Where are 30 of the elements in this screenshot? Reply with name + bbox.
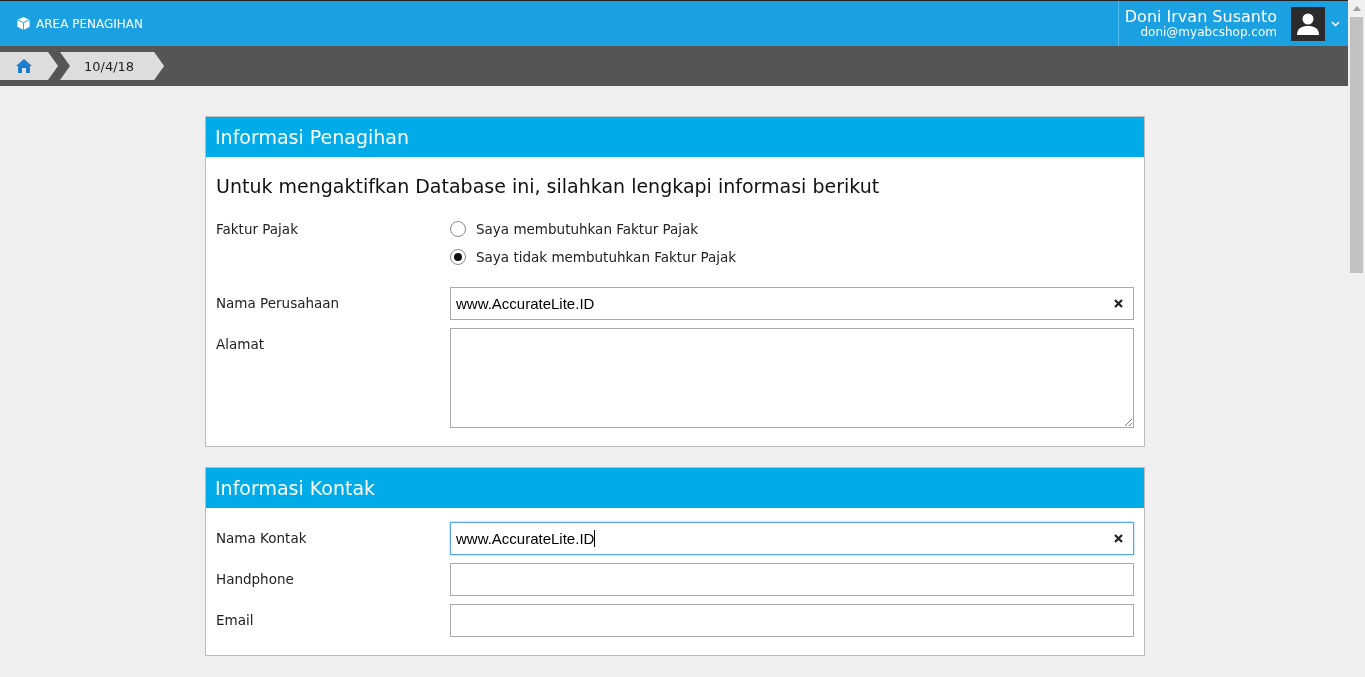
text-input-field[interactable] bbox=[450, 604, 1134, 637]
clear-icon[interactable] bbox=[1114, 299, 1123, 308]
text-input-field[interactable]: www.AccurateLite.ID bbox=[450, 287, 1134, 320]
text-input-field[interactable] bbox=[450, 563, 1134, 596]
card-title: Informasi Penagihan bbox=[206, 117, 1144, 157]
radio-label[interactable]: Saya tidak membutuhkan Faktur Pajak bbox=[476, 249, 737, 265]
cube-icon bbox=[16, 16, 31, 31]
resize-grip-icon[interactable] bbox=[1124, 418, 1132, 426]
scrollbar-thumb[interactable] bbox=[1350, 17, 1363, 273]
text-input-field[interactable]: www.AccurateLite.ID bbox=[450, 522, 1134, 555]
card-title: Informasi Kontak bbox=[206, 468, 1144, 508]
field-label: Nama Perusahaan bbox=[216, 294, 341, 311]
user-email: doni@myabcshop.com bbox=[1140, 25, 1277, 39]
radio-label[interactable]: Saya membutuhkan Faktur Pajak bbox=[476, 221, 699, 237]
avatar-icon[interactable] bbox=[1291, 6, 1325, 41]
scroll-up-icon[interactable] bbox=[1352, 6, 1361, 11]
field-label: Alamat bbox=[216, 335, 265, 352]
breadcrumb-item[interactable]: 10/4/18 bbox=[60, 52, 165, 80]
user-name: Doni Irvan Susanto bbox=[1124, 8, 1277, 26]
home-crumb[interactable] bbox=[0, 52, 58, 80]
field-label: Nama Kontak bbox=[216, 529, 308, 546]
field-label: Faktur Pajak bbox=[216, 221, 299, 237]
field-label: Handphone bbox=[216, 570, 295, 587]
chevron-down-icon[interactable] bbox=[1331, 20, 1340, 27]
app-title: AREA PENAGIHAN bbox=[36, 16, 143, 31]
home-icon bbox=[16, 59, 32, 73]
textarea-field[interactable] bbox=[450, 328, 1134, 428]
field-label: Email bbox=[216, 611, 255, 628]
clear-icon[interactable] bbox=[1114, 534, 1123, 543]
intro-text: Untuk mengaktifkan Database ini, silahkan lengkapi informasi berikut bbox=[216, 175, 881, 197]
